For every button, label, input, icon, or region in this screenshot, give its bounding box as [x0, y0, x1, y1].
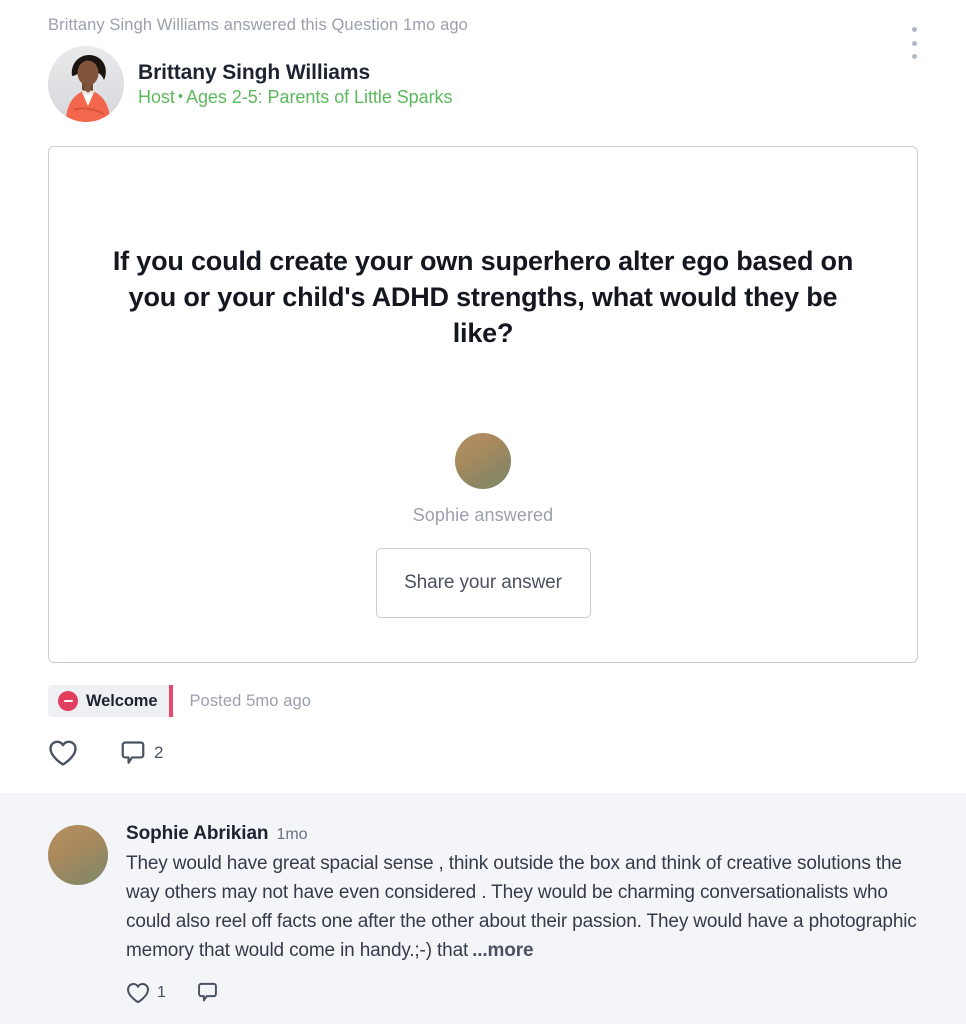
more-vertical-icon[interactable] — [902, 24, 926, 62]
share-your-answer-button[interactable]: Share your answer — [375, 548, 591, 618]
answer-prompt-block: Sophie answered Share your answer — [375, 433, 591, 618]
welcome-badge-bar — [63, 700, 73, 702]
post-tag-row: Welcome Posted 5mo ago — [48, 685, 918, 717]
author-role: Host — [138, 86, 175, 107]
answered-label: Sophie answered — [412, 505, 554, 525]
overflow-dot — [911, 27, 917, 32]
question-title: If you could create your own superhero a… — [112, 246, 854, 348]
comment-more-link[interactable]: ...more — [472, 940, 533, 961]
comment-body: Sophie Abrikian 1mo They would have grea… — [126, 823, 918, 1022]
post-author-row[interactable]: Brittany Singh Williams Host • Ages 2-5: P… — [48, 46, 918, 122]
post-reaction-bar: 2 — [48, 739, 918, 793]
comment-text: They would have great spacial sense , th… — [126, 849, 918, 965]
welcome-tag-chip[interactable]: Welcome — [48, 685, 174, 717]
comments-section: Sophie Abrikian 1mo They would have grea… — [0, 793, 966, 1024]
post-author-subtitle: Host • Ages 2-5: Parents of Little Sparks — [138, 86, 453, 108]
heart-icon — [49, 740, 77, 766]
comment-header: Sophie Abrikian 1mo — [126, 823, 918, 845]
post-author-name[interactable]: Brittany Singh Williams — [138, 61, 452, 85]
overflow-dot — [911, 40, 917, 46]
post-container: Brittany Singh Williams answered this Qu… — [0, 0, 966, 793]
posted-timestamp: Posted 5mo ago — [189, 691, 312, 710]
comment-item: Sophie Abrikian 1mo They would have grea… — [48, 823, 918, 1022]
comment-reaction-bar: 1 — [126, 981, 918, 1022]
comment-author-name[interactable]: Sophie Abrikian — [126, 823, 269, 845]
bullet-separator: • — [177, 87, 184, 105]
avatar[interactable] — [48, 46, 124, 122]
post-author-text: Brittany Singh Williams Host • Ages 2-5: P… — [138, 61, 453, 108]
post-detail-page: Brittany Singh Williams answered this Qu… — [0, 0, 966, 1024]
welcome-tag-label: Welcome — [86, 691, 158, 710]
heart-icon — [127, 982, 149, 1003]
comment-button[interactable]: 2 — [119, 739, 163, 767]
comment-timestamp: 1mo — [276, 826, 308, 843]
question-card: If you could create your own superhero a… — [48, 146, 918, 663]
overflow-dot — [911, 54, 917, 59]
like-button[interactable] — [48, 739, 85, 767]
comment-reply-button[interactable] — [196, 981, 226, 1004]
welcome-badge-icon — [58, 691, 78, 711]
comment-like-count: 1 — [157, 983, 166, 1001]
comment-avatar[interactable] — [48, 825, 108, 885]
comment-like-button[interactable]: 1 — [126, 982, 166, 1004]
comment-bubble-icon — [121, 741, 145, 764]
answerer-avatar[interactable] — [455, 433, 511, 489]
author-group[interactable]: Ages 2-5: Parents of Little Sparks — [186, 87, 452, 107]
comment-count: 2 — [154, 743, 164, 762]
comment-bubble-icon — [198, 982, 217, 1002]
post-meta-line: Brittany Singh Williams answered this Qu… — [48, 16, 468, 34]
